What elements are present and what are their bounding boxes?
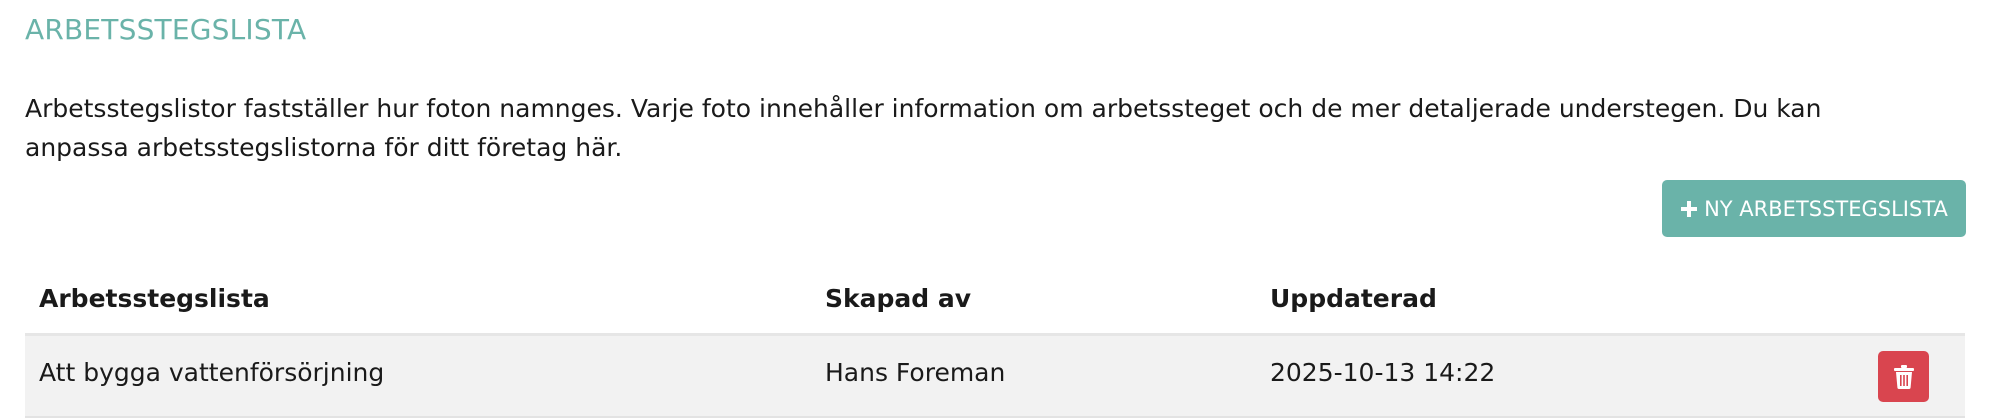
table-header: Arbetsstegslista Skapad av Uppdaterad	[25, 270, 1965, 336]
new-worksteps-list-label: NY ARBETSSTEGSLISTA	[1704, 196, 1948, 221]
trash-icon	[1893, 364, 1914, 389]
new-worksteps-list-button[interactable]: NY ARBETSSTEGSLISTA	[1662, 180, 1966, 237]
column-header-updated[interactable]: Uppdaterad	[1270, 284, 1437, 313]
row-name-cell[interactable]: Att bygga vattenförsörjning	[39, 358, 384, 387]
page-title: ARBETSSTEGSLISTA	[25, 13, 307, 46]
plus-icon	[1680, 200, 1698, 218]
delete-button[interactable]	[1878, 351, 1929, 402]
row-updated-cell: 2025-10-13 14:22	[1270, 358, 1496, 387]
column-header-name[interactable]: Arbetsstegslista	[39, 284, 270, 313]
worksteps-table: Arbetsstegslista Skapad av Uppdaterad At…	[25, 270, 1965, 418]
table-row[interactable]: Att bygga vattenförsörjning Hans Foreman…	[25, 336, 1965, 418]
page-description: Arbetsstegslistor fastställer hur foton …	[25, 94, 1822, 162]
row-created-by-cell: Hans Foreman	[825, 358, 1006, 387]
column-header-created-by[interactable]: Skapad av	[825, 284, 971, 313]
